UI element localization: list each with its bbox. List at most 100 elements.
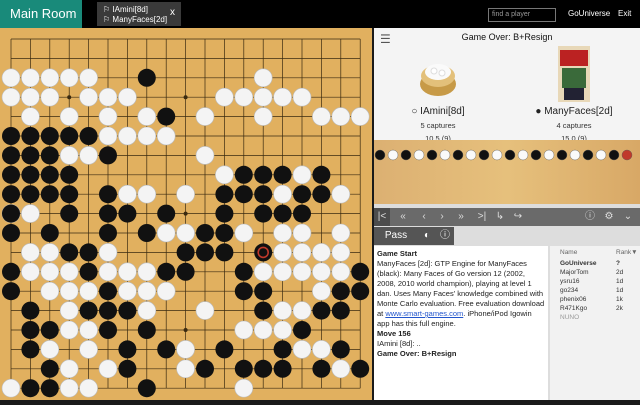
help-icon[interactable]: ⓘ <box>582 208 598 226</box>
timeline-stone[interactable] <box>621 149 633 161</box>
user-row[interactable]: GoUniverse? <box>560 260 640 269</box>
white-stone <box>59 262 79 282</box>
timeline-stone[interactable] <box>439 149 451 161</box>
user-row[interactable]: MajorTom 2d <box>560 269 640 278</box>
black-stone <box>351 282 370 301</box>
black-stone <box>273 340 292 359</box>
timeline-stone[interactable] <box>478 149 490 161</box>
timeline-stone[interactable] <box>530 149 542 161</box>
next-move-icon[interactable]: › <box>434 208 450 226</box>
white-stone <box>59 68 79 88</box>
find-player-input[interactable]: find a player <box>488 8 556 22</box>
black-stone <box>254 301 273 320</box>
timeline-stone[interactable] <box>556 149 568 161</box>
timeline-stone[interactable] <box>452 149 464 161</box>
black-stone <box>99 185 117 204</box>
timeline-stone[interactable] <box>387 149 399 161</box>
timeline-stone[interactable] <box>465 149 477 161</box>
timeline-stone[interactable] <box>400 149 412 161</box>
white-stone <box>312 281 331 301</box>
white-stone <box>273 87 292 107</box>
gear-icon[interactable]: ⚙ <box>600 208 618 226</box>
white-stone <box>253 87 273 107</box>
timeline-stone[interactable] <box>491 149 503 161</box>
black-player-name[interactable]: ManyFaces[2d] <box>544 106 612 117</box>
timeline-stone[interactable] <box>413 149 425 161</box>
right-panel: ☰ Game Over: B+Resign ○ IAmini[8d] 5 cap… <box>374 28 640 400</box>
exit-button[interactable]: Exit <box>618 9 631 18</box>
first-move-icon[interactable]: |< <box>374 208 390 226</box>
black-stone <box>215 224 234 242</box>
game-tab[interactable]: ⚐ IAmini[8d] ⚐ ManyFaces[2d] x <box>97 2 181 26</box>
user-list-header: Name Rank▼ <box>560 249 638 256</box>
black-stone <box>137 224 156 242</box>
timeline-stone[interactable] <box>608 149 620 161</box>
user-row[interactable]: ysru16 1d <box>560 278 640 287</box>
black-stone <box>215 340 234 359</box>
timeline-stone[interactable] <box>543 149 555 161</box>
black-stone <box>118 301 137 320</box>
black-stone <box>312 165 331 184</box>
info-icon[interactable]: ⓘ <box>436 227 454 245</box>
user-row[interactable]: R471Kgo 2k <box>560 305 640 314</box>
white-stone <box>292 87 312 107</box>
user-list[interactable]: Name Rank▼ GoUniverse? MajorTom 2d ysru16 1d g… <box>550 246 640 400</box>
game-status-title: Game Over: B+Resign <box>461 32 553 42</box>
previous-move-icon[interactable]: ‹ <box>416 208 432 226</box>
main-room-tab[interactable]: Main Room <box>0 0 82 28</box>
close-tab-icon[interactable]: x <box>170 8 175 18</box>
white-stone <box>234 87 254 107</box>
timeline-stone[interactable] <box>374 149 386 161</box>
score-icon[interactable]: ◐ <box>418 227 436 245</box>
black-stone <box>351 262 370 281</box>
user-row[interactable]: NUNO <box>560 314 640 323</box>
board-grid[interactable] <box>0 28 372 400</box>
white-stone <box>312 340 331 359</box>
timeline-stone[interactable] <box>569 149 581 161</box>
white-stone <box>137 281 157 301</box>
black-stone <box>331 301 350 320</box>
game-chat-log[interactable]: Game Start ManyFaces [2d]: GTP Engine fo… <box>374 246 548 400</box>
black-stone <box>157 204 176 223</box>
white-stone <box>21 243 40 262</box>
white-stone <box>59 107 79 126</box>
smart-games-link[interactable]: www.smart-games.com <box>385 309 463 318</box>
black-stone <box>273 165 292 184</box>
timeline-stone[interactable] <box>517 149 529 161</box>
white-stone <box>59 378 79 398</box>
white-stone <box>137 184 157 204</box>
black-player-card: ● ManyFaces[2d] 4 captures 15.0 (9) <box>514 46 634 143</box>
branch-icon[interactable]: ↳ <box>492 208 508 226</box>
black-stone <box>118 340 137 359</box>
black-stone <box>273 204 292 223</box>
go-board[interactable] <box>0 28 372 400</box>
black-captures: 4 captures <box>556 121 592 130</box>
white-stone <box>273 301 292 320</box>
black-stone <box>293 321 311 339</box>
white-stone <box>156 126 176 146</box>
timeline-stone[interactable] <box>426 149 438 161</box>
white-stone <box>98 359 118 379</box>
user-row[interactable]: go234 1d <box>560 287 640 296</box>
back-ten-icon[interactable]: « <box>394 208 412 226</box>
white-stone <box>98 107 118 126</box>
timeline-stone[interactable] <box>504 149 516 161</box>
timeline-markers[interactable] <box>374 140 640 204</box>
gouniverse-link[interactable]: GoUniverse <box>568 9 610 18</box>
move-timeline[interactable] <box>374 140 640 204</box>
white-stone <box>176 184 195 204</box>
last-move-icon[interactable]: >| <box>474 208 490 226</box>
timeline-stone[interactable] <box>582 149 594 161</box>
user-row[interactable]: phenix06 1k <box>560 296 640 305</box>
timeline-stone[interactable] <box>595 149 607 161</box>
top-bar: Main Room ⚐ IAmini[8d] ⚐ ManyFaces[2d] x… <box>0 0 640 28</box>
forward-ten-icon[interactable]: » <box>452 208 470 226</box>
chevron-down-icon[interactable]: ⌄ <box>620 208 636 226</box>
black-stone <box>312 359 331 378</box>
black-stone <box>21 185 40 204</box>
white-player-name[interactable]: IAmini[8d] <box>420 106 464 117</box>
white-stone <box>40 281 60 301</box>
pass-button[interactable]: Pass <box>374 227 418 245</box>
black-stone <box>234 359 253 378</box>
redo-icon[interactable]: ↪ <box>510 208 526 226</box>
